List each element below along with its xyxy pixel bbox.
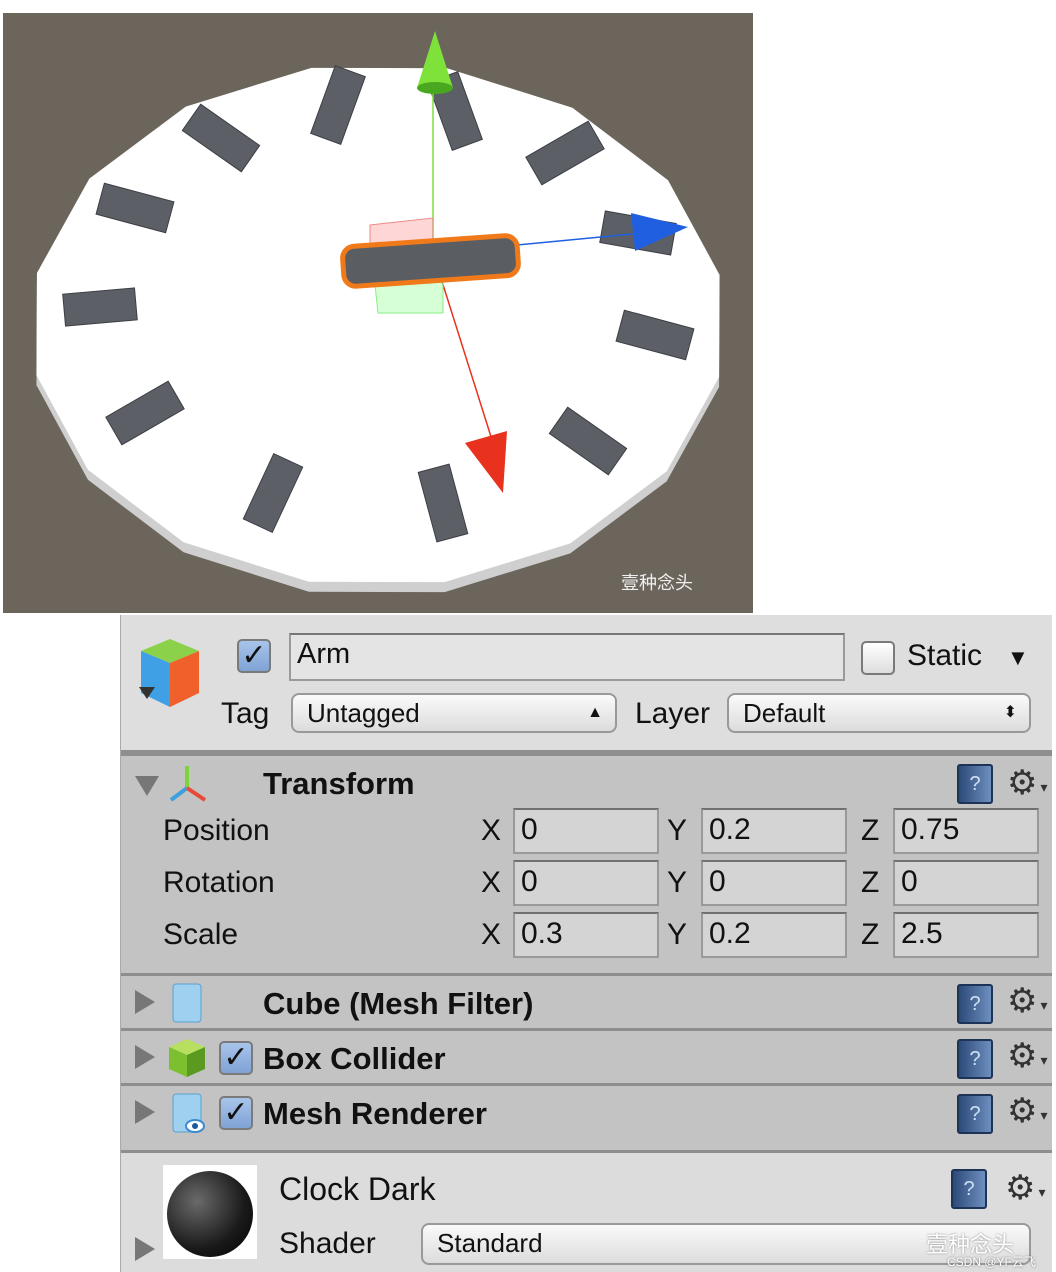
transform-row-label: Rotation [163,866,275,899]
transform-row-label: Scale [163,918,239,951]
name-field[interactable]: Arm [289,633,845,681]
gear-icon[interactable]: ⚙ [1007,1094,1048,1132]
updown-icon: ▲ [587,704,603,721]
enabled-checkbox[interactable]: ✓ [219,1041,253,1075]
scale-x-field[interactable]: 0.3 [513,912,659,958]
gear-icon[interactable]: ⚙ [1005,1171,1046,1209]
watermark: 壹种念头 [621,573,693,593]
component-title: Mesh Renderer [263,1096,487,1131]
component-box-collider: ✓ Box Collider ? ⚙ [121,1028,1052,1083]
gameobject-header: ✓ Arm Static ▼ Tag Untagged ▲ Layer Defau… [121,615,1052,753]
component-title: Box Collider [263,1041,446,1076]
component-mesh-filter: Cube (Mesh Filter) ? ⚙ [121,973,1052,1028]
shader-value: Standard [437,1228,543,1258]
component-title: Cube (Mesh Filter) [263,986,534,1021]
gear-icon[interactable]: ⚙ [1007,984,1048,1022]
axis-label-x[interactable]: X [481,918,501,952]
transform-axes-icon [169,766,207,802]
scale-y-field[interactable]: 0.2 [701,912,847,958]
scene-canvas[interactable] [3,13,753,613]
tag-label: Tag [221,697,270,730]
component-mesh-renderer: ✓ Mesh Renderer ? ⚙ [121,1083,1052,1148]
enabled-checkbox[interactable]: ✓ [219,1096,253,1130]
layer-value: Default [743,698,826,728]
help-book-icon[interactable]: ? [957,1094,993,1134]
y-axis-cone-base [417,82,453,94]
expand-triangle-icon[interactable] [135,1045,155,1069]
material-section: Clock Dark ? ⚙ Shader Standard 壹种念头 CSDN… [121,1150,1052,1272]
static-checkbox[interactable] [861,641,895,675]
axis-label-z[interactable]: Z [861,866,879,900]
help-book-icon[interactable]: ? [957,984,993,1024]
static-label: Static [907,639,983,672]
position-x-field[interactable]: 0 [513,808,659,854]
sphere-preview [167,1171,253,1257]
expand-triangle-icon[interactable] [135,990,155,1014]
gear-icon[interactable]: ⚙ [1007,1039,1048,1077]
clock-face [36,67,720,583]
help-book-icon[interactable]: ? [951,1169,987,1209]
layer-label: Layer [635,697,711,730]
mesh-renderer-icon [172,1093,205,1133]
expand-triangle-icon[interactable] [135,1100,155,1124]
scale-z-field[interactable]: 2.5 [893,912,1039,958]
transform-row-label: Position [163,814,270,847]
material-preview[interactable] [163,1165,257,1259]
gameobject-cube-icon[interactable] [137,635,203,711]
axis-label-y[interactable]: Y [667,866,687,900]
gear-icon[interactable]: ⚙ [1007,766,1048,804]
layer-dropdown[interactable]: Default ⬍ [727,693,1031,733]
help-book-icon[interactable]: ? [957,764,993,804]
updown-icon: ⬍ [1003,704,1017,721]
position-z-field[interactable]: 0.75 [893,808,1039,854]
position-y-field[interactable]: 0.2 [701,808,847,854]
rotation-y-field[interactable]: 0 [701,860,847,906]
box-collider-icon [169,1039,205,1077]
axis-label-z[interactable]: Z [861,814,879,848]
mesh-filter-icon [172,983,202,1023]
scene-view[interactable]: 壹种念头 [3,13,753,613]
expand-triangle-icon[interactable] [135,1237,155,1261]
axis-label-y[interactable]: Y [667,918,687,952]
axis-label-x[interactable]: X [481,814,501,848]
axis-label-z[interactable]: Z [861,918,879,952]
hour-marker [62,287,138,327]
axis-label-y[interactable]: Y [667,814,687,848]
rotation-x-field[interactable]: 0 [513,860,659,906]
axis-label-x[interactable]: X [481,866,501,900]
static-dropdown-icon[interactable]: ▼ [1007,645,1029,671]
tag-value: Untagged [307,698,420,728]
rotation-z-field[interactable]: 0 [893,860,1039,906]
help-book-icon[interactable]: ? [957,1039,993,1079]
transform-component: Transform ? ⚙ PositionX0Y0.2Z0.75Rotatio… [121,753,1052,973]
material-name: Clock Dark [279,1171,436,1207]
collapse-triangle-icon[interactable] [135,776,159,796]
shader-label: Shader [279,1227,376,1260]
component-title: Transform [263,766,415,801]
tag-dropdown[interactable]: Untagged ▲ [291,693,617,733]
active-checkbox[interactable]: ✓ [237,639,271,673]
credit: CSDN @YF云飞 [947,1255,1036,1269]
inspector-panel: ✓ Arm Static ▼ Tag Untagged ▲ Layer Defau… [120,615,1052,1272]
